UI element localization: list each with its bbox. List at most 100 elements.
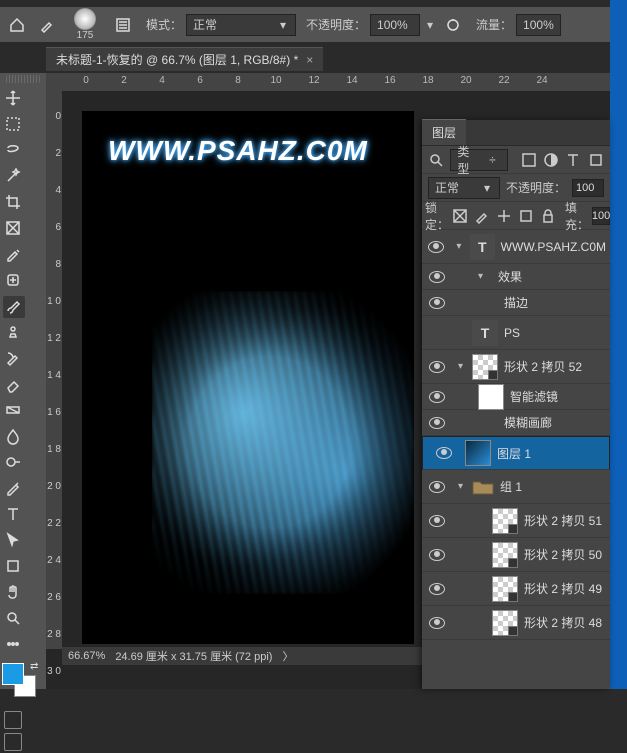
path-select-tool[interactable]	[3, 530, 25, 552]
stamp-tool[interactable]	[3, 322, 25, 344]
hand-tool[interactable]	[3, 582, 25, 604]
layer-item[interactable]: 图层 1	[422, 436, 610, 470]
layer-name[interactable]: 描边	[504, 294, 528, 311]
layer-thumbnail[interactable]	[492, 610, 518, 636]
layer-item[interactable]: ▾ 效果	[422, 264, 610, 290]
magic-wand-tool[interactable]	[3, 166, 25, 188]
color-swatches[interactable]	[0, 659, 46, 709]
layer-opacity-input[interactable]: 100	[572, 179, 604, 197]
filter-shape-icon[interactable]	[588, 151, 604, 169]
screen-mode-button[interactable]	[4, 733, 22, 751]
layer-thumbnail[interactable]: T	[470, 234, 495, 260]
visibility-toggle[interactable]	[422, 549, 452, 561]
layer-thumbnail[interactable]	[492, 576, 518, 602]
layers-tab[interactable]: 图层	[422, 119, 466, 145]
layer-name[interactable]: 形状 2 拷贝 51	[524, 512, 602, 529]
edit-toolbar-button[interactable]	[3, 634, 25, 656]
history-brush-tool[interactable]	[3, 348, 25, 370]
flow-input[interactable]: 100%	[516, 14, 561, 36]
visibility-toggle[interactable]	[422, 241, 451, 253]
tool-preset-button[interactable]	[34, 12, 60, 38]
dodge-tool[interactable]	[3, 452, 25, 474]
visibility-toggle[interactable]	[422, 481, 452, 493]
layer-item[interactable]: ▾ 形状 2 拷贝 52	[422, 350, 610, 384]
layer-name[interactable]: WWW.PSAHZ.C0M	[501, 240, 606, 254]
layer-thumbnail[interactable]	[472, 354, 498, 380]
doc-info[interactable]: 24.69 厘米 x 31.75 厘米 (72 ppi)	[115, 648, 272, 664]
gradient-tool[interactable]	[3, 400, 25, 422]
visibility-toggle[interactable]	[422, 515, 452, 527]
swap-colors-icon[interactable]	[30, 661, 40, 671]
layer-name[interactable]: 形状 2 拷贝 52	[504, 358, 582, 375]
document-tab[interactable]: 未标题-1-恢复的 @ 66.7% (图层 1, RGB/8#) * ×	[46, 47, 323, 71]
blend-mode-select[interactable]: 正常 ▾	[186, 14, 296, 36]
layer-item[interactable]: T PS	[422, 316, 610, 350]
eraser-tool[interactable]	[3, 374, 25, 396]
quickmask-toggle[interactable]	[4, 711, 22, 729]
layer-item[interactable]: 描边	[422, 290, 610, 316]
layer-item[interactable]: 形状 2 拷贝 50	[422, 538, 610, 572]
zoom-readout[interactable]: 66.67%	[68, 650, 105, 662]
filter-kind-select[interactable]: 类型 ÷	[450, 149, 508, 171]
canvas[interactable]: WWW.PSAHZ.C0M	[82, 111, 414, 644]
horizontal-ruler[interactable]: 024681012141618202224	[62, 73, 610, 91]
layer-name[interactable]: 组 1	[500, 478, 522, 495]
pen-tool[interactable]	[3, 478, 25, 500]
layer-item[interactable]: ▾ 组 1	[422, 470, 610, 504]
filter-adjust-icon[interactable]	[543, 151, 559, 169]
disclosure-triangle-icon[interactable]: ▾	[456, 241, 469, 252]
brush-preset-picker[interactable]: 175	[64, 8, 106, 41]
filter-pixel-icon[interactable]	[520, 151, 536, 169]
layer-blend-select[interactable]: 正常 ▾	[428, 177, 500, 199]
layer-thumbnail[interactable]	[478, 384, 504, 410]
home-icon[interactable]	[4, 12, 30, 38]
layer-fill-input[interactable]: 100	[592, 207, 610, 225]
lasso-tool[interactable]	[3, 140, 25, 162]
brush-tool[interactable]	[3, 296, 25, 318]
visibility-toggle[interactable]	[422, 617, 452, 629]
brush-panel-toggle[interactable]	[110, 12, 136, 38]
toolbox-grip[interactable]	[6, 75, 40, 83]
layer-item[interactable]: 模糊画廊	[422, 410, 610, 436]
pressure-opacity-icon[interactable]	[440, 12, 466, 38]
visibility-toggle[interactable]	[422, 361, 452, 373]
layer-thumbnail[interactable]	[465, 440, 491, 466]
type-tool[interactable]	[3, 504, 25, 526]
blur-tool[interactable]	[3, 426, 25, 448]
layer-name[interactable]: 智能滤镜	[510, 388, 558, 405]
layer-name[interactable]: 图层 1	[497, 445, 531, 462]
visibility-toggle[interactable]	[422, 417, 452, 429]
lock-artboard-icon[interactable]	[518, 207, 534, 225]
lock-transparency-icon[interactable]	[452, 207, 468, 225]
frame-tool[interactable]	[3, 218, 25, 240]
chevron-right-icon[interactable]: 〉	[282, 648, 293, 664]
vertical-ruler[interactable]: 024681 01 21 41 61 82 02 22 42 62 83 0	[46, 91, 62, 649]
visibility-toggle[interactable]	[422, 271, 452, 283]
disclosure-triangle-icon[interactable]: ▾	[458, 481, 472, 492]
zoom-tool[interactable]	[3, 608, 25, 630]
layer-item[interactable]: 形状 2 拷贝 49	[422, 572, 610, 606]
layer-name[interactable]: 效果	[498, 268, 522, 285]
layer-thumbnail[interactable]	[492, 542, 518, 568]
disclosure-triangle-icon[interactable]: ▾	[458, 361, 472, 372]
lock-all-icon[interactable]	[540, 207, 556, 225]
visibility-toggle[interactable]	[422, 391, 452, 403]
visibility-toggle[interactable]	[422, 583, 452, 595]
marquee-tool[interactable]	[3, 114, 25, 136]
layer-thumbnail[interactable]	[492, 508, 518, 534]
visibility-toggle[interactable]	[422, 297, 452, 309]
disclosure-triangle-icon[interactable]: ▾	[478, 271, 492, 282]
layer-item[interactable]: 形状 2 拷贝 51	[422, 504, 610, 538]
layer-item[interactable]: ▾T WWW.PSAHZ.C0M	[422, 230, 610, 264]
shape-tool[interactable]	[3, 556, 25, 578]
lock-pixels-icon[interactable]	[474, 207, 490, 225]
heal-tool[interactable]	[3, 270, 25, 292]
foreground-color-swatch[interactable]	[2, 663, 24, 685]
layer-name[interactable]: 模糊画廊	[504, 414, 552, 431]
layer-name[interactable]: PS	[504, 326, 520, 340]
layer-item[interactable]: 形状 2 拷贝 48	[422, 606, 610, 640]
lock-position-icon[interactable]	[496, 207, 512, 225]
layer-thumbnail[interactable]: T	[472, 320, 498, 346]
layer-name[interactable]: 形状 2 拷贝 50	[524, 546, 602, 563]
chevron-down-icon[interactable]: ▾	[424, 18, 436, 32]
